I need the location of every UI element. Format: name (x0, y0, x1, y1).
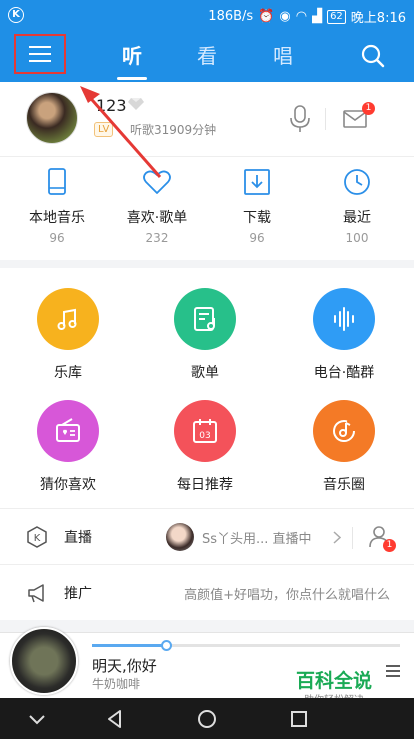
feature-circle (37, 400, 99, 462)
feature-label: 猜你喜欢 (40, 477, 96, 493)
tab-listen[interactable]: 听 (107, 40, 157, 80)
listen-time: 听歌31909分钟 (130, 123, 217, 137)
live-title: 直播 (64, 530, 92, 546)
progress-bar[interactable] (92, 640, 400, 651)
tab-sing[interactable]: 唱 (258, 40, 308, 69)
songlist-icon (194, 307, 215, 331)
search-icon[interactable] (360, 43, 386, 69)
progress-fill (92, 644, 166, 647)
feature-circle (313, 288, 375, 350)
chevron-right-icon (333, 531, 341, 544)
progress-knob[interactable] (160, 640, 172, 651)
recents-icon[interactable] (288, 708, 310, 730)
feature-label: 乐库 (54, 365, 82, 381)
back-icon[interactable] (104, 708, 126, 730)
album-art-disc[interactable] (10, 627, 78, 695)
shortcut-recent[interactable]: 最近 100 (312, 167, 402, 245)
feature-grid: 乐库 歌单 电台·酷群 猜你喜欢 03 每日推荐 音乐圈 (0, 268, 414, 508)
feature-circle (174, 288, 236, 350)
eye-icon: ◉ (279, 9, 291, 24)
feature-library[interactable]: 乐库 (8, 288, 128, 382)
feature-songlist[interactable]: 歌单 (145, 288, 265, 382)
network-speed: 186B/s (208, 9, 254, 24)
feature-music-circle[interactable]: 音乐圈 (284, 400, 404, 494)
kugou-status-icon: K (8, 7, 24, 23)
feature-circle (37, 288, 99, 350)
shortcut-count: 96 (249, 231, 265, 245)
alarm-icon: ⏰ (258, 9, 275, 24)
feature-radio-group[interactable]: 电台·酷群 (284, 288, 404, 382)
level-badge: LV (94, 122, 114, 137)
disc-note-icon (333, 420, 356, 443)
divider (352, 527, 353, 549)
feature-label: 电台·酷群 (313, 365, 375, 381)
shortcut-label: 最近 (343, 210, 371, 226)
mail-badge: 1 (362, 102, 375, 115)
shortcut-favorites[interactable]: 喜欢·歌单 232 (112, 167, 202, 245)
app-header: 听 看 唱 (0, 30, 414, 82)
avatar[interactable] (26, 92, 78, 144)
friends-badge: 1 (383, 539, 396, 552)
home-icon[interactable] (196, 708, 218, 730)
calendar-date: 03 (199, 431, 210, 441)
feature-circle: 03 (174, 400, 236, 462)
feature-daily-recommend[interactable]: 03 每日推荐 (145, 400, 265, 494)
music-note-icon (57, 308, 77, 330)
radio-icon (56, 418, 80, 442)
collapse-icon[interactable] (26, 708, 48, 730)
vip-diamond-icon[interactable] (128, 97, 144, 111)
menu-button[interactable] (14, 34, 66, 74)
status-bar: K 186B/s ⏰ ◉ ◠ ▟ 62 晚上8:16 (0, 0, 414, 30)
calendar-icon: 03 (193, 419, 217, 443)
shortcut-count: 96 (49, 231, 65, 245)
shortcut-downloads[interactable]: 下载 96 (212, 167, 302, 245)
svg-text:K: K (34, 533, 41, 544)
megaphone-icon (28, 584, 44, 603)
live-k-icon: K (27, 526, 47, 548)
shortcut-row: 本地音乐 96 喜欢·歌单 232 下载 96 最近 100 (0, 156, 414, 260)
live-status-text: Ss丫头用... 直播中 (202, 532, 312, 547)
tab-watch[interactable]: 看 (182, 40, 232, 69)
clock-time: 晚上8:16 (350, 11, 406, 26)
heart-icon (143, 170, 171, 194)
shortcut-label: 本地音乐 (29, 210, 85, 226)
feature-guess-you-like[interactable]: 猜你喜欢 (8, 400, 128, 494)
phone-icon (48, 168, 66, 195)
promo-row[interactable]: 推广 高颜值+好唱功，你点什么就唱什么 (0, 564, 414, 620)
battery-indicator: 62 (327, 9, 346, 24)
promo-title: 推广 (64, 586, 92, 602)
feature-label: 每日推荐 (177, 477, 233, 493)
live-row[interactable]: K 直播 Ss丫头用... 直播中 1 (0, 508, 414, 564)
feature-label: 音乐圈 (323, 477, 365, 493)
hamburger-icon (29, 46, 51, 62)
song-artist: 牛奶咖啡 (92, 677, 141, 691)
profile-section: 123 LV 听歌31909分钟 1 (0, 82, 414, 156)
shortcut-local-music[interactable]: 本地音乐 96 (12, 167, 102, 245)
username[interactable]: 123 (96, 96, 127, 115)
shortcut-count: 232 (145, 231, 169, 245)
streamer-avatar (166, 523, 194, 551)
divider (325, 108, 326, 130)
shortcut-label: 喜欢·歌单 (126, 210, 188, 226)
song-title: 明天,你好 (92, 657, 157, 675)
playlist-icon[interactable] (385, 663, 401, 679)
feature-label: 歌单 (191, 365, 219, 381)
shortcut-count: 100 (345, 231, 369, 245)
clock-icon (344, 169, 370, 195)
promo-text: 高颜值+好唱功，你点什么就唱什么 (184, 588, 390, 603)
signal-icon: ▟ (312, 9, 323, 24)
feature-circle (313, 400, 375, 462)
shortcut-label: 下载 (243, 210, 271, 226)
microphone-icon[interactable] (289, 104, 311, 134)
soundwave-icon (334, 307, 354, 331)
system-nav-bar (0, 698, 414, 739)
wifi-icon: ◠ (295, 9, 308, 24)
watermark-title: 百科全说 (295, 670, 372, 692)
download-icon (244, 169, 270, 195)
